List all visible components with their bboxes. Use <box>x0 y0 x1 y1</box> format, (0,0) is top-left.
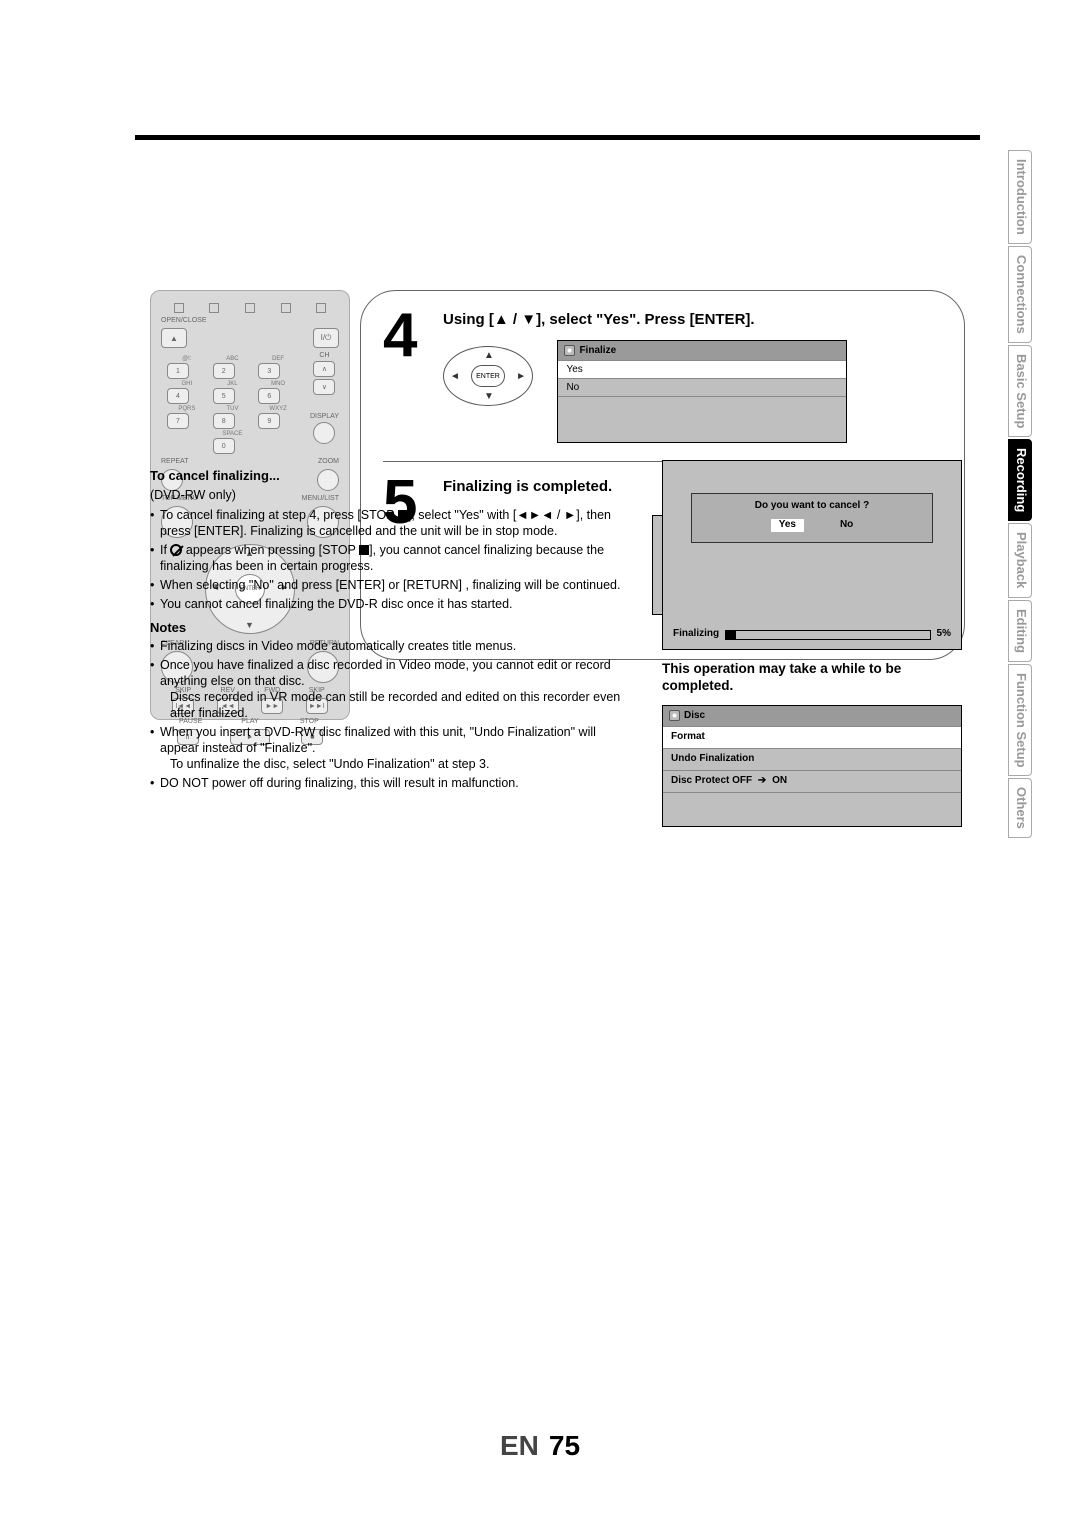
step-4-title: Using [ / ], select "Yes". Press [ENTER]… <box>443 311 942 328</box>
step-4-number: 4 <box>383 311 431 443</box>
remote-open-close-label: OPEN/CLOSE <box>161 317 339 324</box>
finalize-osd: Finalize Yes No <box>557 340 847 443</box>
finalize-osd-title: Finalize <box>579 345 616 356</box>
right-arrow-icon <box>755 775 769 786</box>
operation-note: This operation may take a while to be co… <box>662 660 962 695</box>
cancel-prompt: Do you want to cancel ? <box>700 500 924 513</box>
notes-column: To cancel finalizing... (DVD-RW only) To… <box>150 460 630 794</box>
tab-function-setup[interactable]: Function Setup <box>1008 664 1032 777</box>
key-2: 2 <box>213 363 235 379</box>
key-1: 1 <box>167 363 189 379</box>
down-triangle-icon <box>521 311 536 328</box>
page-footer: EN 75 <box>0 1430 1080 1462</box>
stop-icon <box>359 545 369 555</box>
cancel-finalizing-pct: 5% <box>937 628 951 641</box>
note-3: When you insert a DVD-RW disc finalized … <box>150 724 630 772</box>
cancel-heading: To cancel finalizing... <box>150 468 630 485</box>
progress-bar-5pct <box>725 630 930 640</box>
disc-undo-row: Undo Finalization <box>663 748 961 770</box>
note-1: Finalizing discs in Video mode automatic… <box>150 638 630 654</box>
cancel-bullet-2: If appears when pressing [STOP ], you ca… <box>150 542 630 574</box>
ch-up-button: ∧ <box>313 361 335 377</box>
up-triangle-icon <box>494 311 509 328</box>
cancel-dialog-osd: Do you want to cancel ? Yes No Finalizin… <box>662 460 962 650</box>
ch-label: CH <box>319 352 329 359</box>
key-4: 4 <box>167 388 189 404</box>
step-4: 4 Using [ / ], select "Yes". Press [ENTE… <box>383 311 942 443</box>
finalize-no-option: No <box>558 378 846 396</box>
power-button: I/⏻ <box>313 328 339 348</box>
cancel-no-option: No <box>840 519 853 532</box>
notes-heading: Notes <box>150 620 630 637</box>
disc-format-row: Format <box>663 726 961 748</box>
key-6: 6 <box>258 388 280 404</box>
key-5: 5 <box>213 388 235 404</box>
tab-playback[interactable]: Playback <box>1008 523 1032 597</box>
disc-menu-osd: Disc Format Undo Finalization Disc Prote… <box>662 705 962 827</box>
finalize-yes-option: Yes <box>558 360 846 378</box>
tab-connections[interactable]: Connections <box>1008 246 1032 343</box>
cancel-bullet-3: When selecting "No" and press [ENTER] or… <box>150 577 630 593</box>
cancel-sub: (DVD-RW only) <box>150 487 630 503</box>
key-8: 8 <box>213 413 235 429</box>
footer-page-number: 75 <box>549 1430 580 1461</box>
cancel-yes-option: Yes <box>771 519 804 532</box>
key-3: 3 <box>258 363 280 379</box>
eject-button: ▲ <box>161 328 187 348</box>
footer-language: EN <box>500 1430 539 1461</box>
left-right-arrow-icon <box>516 508 541 522</box>
tab-editing[interactable]: Editing <box>1008 600 1032 662</box>
key-0: 0 <box>213 438 235 454</box>
key-9: 9 <box>258 413 280 429</box>
cancel-finalizing-label: Finalizing <box>673 628 719 641</box>
disc-protect-row: Disc Protect OFF ON <box>663 770 961 792</box>
disc-icon <box>669 710 680 721</box>
disc-osd-title: Disc <box>684 710 705 723</box>
stop-icon <box>398 510 408 520</box>
key-7: 7 <box>167 413 189 429</box>
ch-down-button: ∨ <box>313 379 335 395</box>
enter-control-illustration: ▲ ▼ ◄ ► ENTER <box>443 340 533 406</box>
display-button <box>313 422 335 444</box>
tab-introduction[interactable]: Introduction <box>1008 150 1032 244</box>
tab-basic-setup[interactable]: Basic Setup <box>1008 345 1032 437</box>
tab-recording[interactable]: Recording <box>1008 439 1032 521</box>
cancel-bullet-4: You cannot cancel finalizing the DVD-R d… <box>150 596 630 612</box>
enter-center-label: ENTER <box>471 365 505 387</box>
section-tabs: Introduction Connections Basic Setup Rec… <box>1008 150 1032 838</box>
cancel-bullet-1: To cancel finalizing at step 4, press [S… <box>150 507 630 539</box>
prohibit-icon <box>170 544 182 556</box>
tab-others[interactable]: Others <box>1008 778 1032 838</box>
note-4: DO NOT power off during finalizing, this… <box>150 775 630 791</box>
note-2: Once you have finalized a disc recorded … <box>150 657 630 721</box>
display-label: DISPLAY <box>310 413 339 420</box>
disc-icon <box>564 345 575 356</box>
